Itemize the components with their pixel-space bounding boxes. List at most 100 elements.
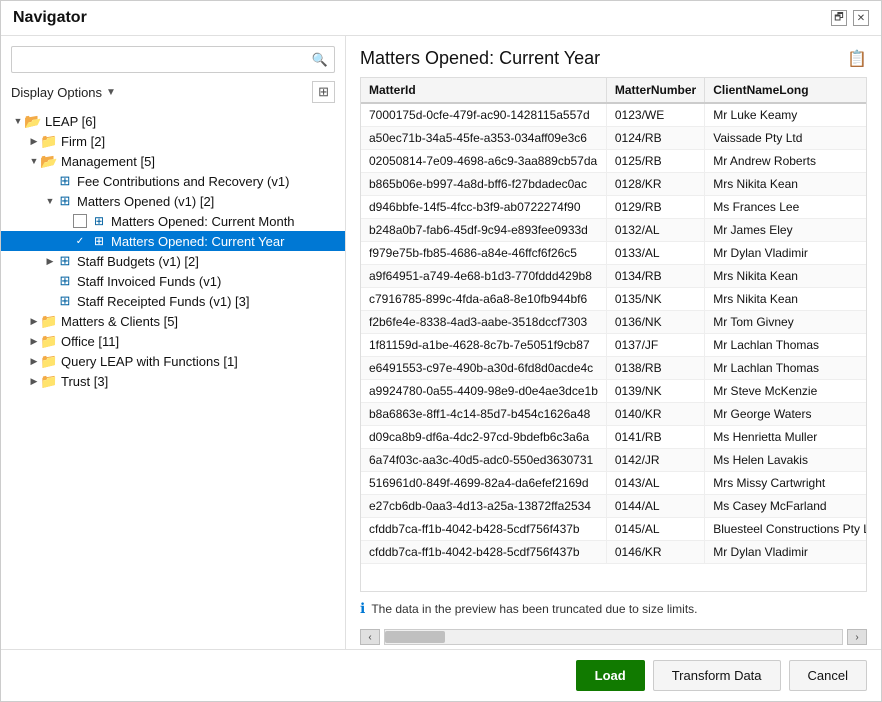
tree-item-current-year[interactable]: ▶ ✓ ⊞ Matters Opened: Current Year: [1, 231, 345, 251]
table-row[interactable]: a9924780-0a55-4409-98e9-d0e4ae3dce1b0139…: [361, 380, 867, 403]
columns-button[interactable]: ⊞: [312, 81, 335, 103]
table-cell-1-1: 0124/RB: [606, 127, 704, 150]
folder-icon-office: 📁: [41, 333, 57, 349]
tree-item-leap[interactable]: ▼ 📂 LEAP [6]: [1, 111, 345, 131]
restore-button[interactable]: 🗗: [831, 10, 847, 26]
search-input[interactable]: [12, 47, 306, 72]
data-table-container[interactable]: MatterId MatterNumber ClientNameLong 700…: [360, 77, 867, 592]
truncate-notice-text: The data in the preview has been truncat…: [371, 602, 697, 616]
table-cell-2-1: 0125/RB: [606, 150, 704, 173]
tree-item-trust[interactable]: ▶ 📁 Trust [3]: [1, 371, 345, 391]
tree-item-staff-receipted[interactable]: ▶ ⊞ Staff Receipted Funds (v1) [3]: [1, 291, 345, 311]
table-cell-8-0: c7916785-899c-4fda-a6a8-8e10fb944bf6: [361, 288, 606, 311]
scroll-left-button[interactable]: ‹: [360, 629, 380, 645]
table-cell-6-1: 0133/AL: [606, 242, 704, 265]
cancel-button[interactable]: Cancel: [789, 660, 867, 691]
table-row[interactable]: b865b06e-b997-4a8d-bff6-f27bdadec0ac0128…: [361, 173, 867, 196]
table-row[interactable]: d946bbfe-14f5-4fcc-b3f9-ab0722274f900129…: [361, 196, 867, 219]
table-cell-16-2: Mrs Missy Cartwright: [705, 472, 867, 495]
table-cell-16-1: 0143/AL: [606, 472, 704, 495]
table-cell-0-2: Mr Luke Keamy: [705, 103, 867, 127]
col-header-matter-id: MatterId: [361, 78, 606, 103]
table-icon-matters: ⊞: [57, 193, 73, 209]
folder-open-icon-management: 📂: [41, 153, 57, 169]
tree-item-management[interactable]: ▼ 📂 Management [5]: [1, 151, 345, 171]
arrow-icon-firm: ▶: [27, 134, 41, 148]
checkbox-current-month[interactable]: [73, 214, 87, 228]
tree-label-firm: Firm [2]: [61, 134, 105, 149]
folder-closed-icon-firm: 📁: [41, 133, 57, 149]
table-cell-13-2: Mr George Waters: [705, 403, 867, 426]
close-button[interactable]: ✕: [853, 10, 869, 26]
tree-item-matters-clients[interactable]: ▶ 📁 Matters & Clients [5]: [1, 311, 345, 331]
table-row[interactable]: e6491553-c97e-490b-a30d-6fd8d0acde4c0138…: [361, 357, 867, 380]
table-row[interactable]: c7916785-899c-4fda-a6a8-8e10fb944bf60135…: [361, 288, 867, 311]
table-cell-5-2: Mr James Eley: [705, 219, 867, 242]
table-cell-3-1: 0128/KR: [606, 173, 704, 196]
table-cell-11-0: e6491553-c97e-490b-a30d-6fd8d0acde4c: [361, 357, 606, 380]
table-row[interactable]: cfddb7ca-ff1b-4042-b428-5cdf756f437b0145…: [361, 518, 867, 541]
truncate-notice: ℹ The data in the preview has been trunc…: [360, 592, 867, 625]
table-row[interactable]: b8a6863e-8ff1-4c14-85d7-b454c1626a480140…: [361, 403, 867, 426]
tree-item-office[interactable]: ▶ 📁 Office [11]: [1, 331, 345, 351]
tree-item-staff-budgets[interactable]: ▶ ⊞ Staff Budgets (v1) [2]: [1, 251, 345, 271]
table-cell-8-2: Mrs Nikita Kean: [705, 288, 867, 311]
tree-item-current-month[interactable]: ▶ ⊞ Matters Opened: Current Month: [1, 211, 345, 231]
table-cell-17-0: e27cb6db-0aa3-4d13-a25a-13872ffa2534: [361, 495, 606, 518]
table-row[interactable]: 1f81159d-a1be-4628-8c7b-7e5051f9cb870137…: [361, 334, 867, 357]
checkbox-current-year[interactable]: ✓: [73, 234, 87, 248]
table-icon-budgets: ⊞: [57, 253, 73, 269]
arrow-icon-office: ▶: [27, 334, 41, 348]
table-row[interactable]: a9f64951-a749-4e68-b1d3-770fddd429b80134…: [361, 265, 867, 288]
scroll-thumb[interactable]: [385, 631, 445, 643]
table-row[interactable]: cfddb7ca-ff1b-4042-b428-5cdf756f437b0146…: [361, 541, 867, 564]
table-icon-fee: ⊞: [57, 173, 73, 189]
table-cell-6-0: f979e75b-fb85-4686-a84e-46ffcf6f26c5: [361, 242, 606, 265]
table-cell-4-2: Ms Frances Lee: [705, 196, 867, 219]
tree-label-fee: Fee Contributions and Recovery (v1): [77, 174, 289, 189]
tree-label-current-month: Matters Opened: Current Month: [111, 214, 295, 229]
table-cell-15-1: 0142/JR: [606, 449, 704, 472]
scroll-right-button[interactable]: ›: [847, 629, 867, 645]
table-row[interactable]: f2b6fe4e-8338-4ad3-aabe-3518dccf73030136…: [361, 311, 867, 334]
table-cell-17-1: 0144/AL: [606, 495, 704, 518]
transform-data-button[interactable]: Transform Data: [653, 660, 781, 691]
export-button[interactable]: 📋: [847, 49, 867, 69]
table-cell-11-2: Mr Lachlan Thomas: [705, 357, 867, 380]
tree-label-query-leap: Query LEAP with Functions [1]: [61, 354, 238, 369]
folder-icon-matters-clients: 📁: [41, 313, 57, 329]
table-row[interactable]: 516961d0-849f-4699-82a4-da6efef2169d0143…: [361, 472, 867, 495]
table-row[interactable]: b248a0b7-fab6-45df-9c94-e893fee0933d0132…: [361, 219, 867, 242]
table-icon-year: ⊞: [91, 233, 107, 249]
horizontal-scrollbar[interactable]: ‹ ›: [360, 625, 867, 649]
tree-item-fee-contributions[interactable]: ▶ ⊞ Fee Contributions and Recovery (v1): [1, 171, 345, 191]
table-row[interactable]: 6a74f03c-aa3c-40d5-adc0-550ed36307310142…: [361, 449, 867, 472]
col-header-matter-number: MatterNumber: [606, 78, 704, 103]
table-cell-4-0: d946bbfe-14f5-4fcc-b3f9-ab0722274f90: [361, 196, 606, 219]
tree-item-staff-invoiced[interactable]: ▶ ⊞ Staff Invoiced Funds (v1): [1, 271, 345, 291]
table-row[interactable]: e27cb6db-0aa3-4d13-a25a-13872ffa25340144…: [361, 495, 867, 518]
data-table: MatterId MatterNumber ClientNameLong 700…: [361, 78, 867, 564]
table-cell-12-1: 0139/NK: [606, 380, 704, 403]
table-cell-11-1: 0138/RB: [606, 357, 704, 380]
table-row[interactable]: 7000175d-0cfe-479f-ac90-1428115a557d0123…: [361, 103, 867, 127]
table-cell-6-2: Mr Dylan Vladimir: [705, 242, 867, 265]
main-content: 🔍 Display Options ▼ ⊞ ▼ 📂 LEAP [6]: [1, 36, 881, 649]
tree-item-matters-opened[interactable]: ▼ ⊞ Matters Opened (v1) [2]: [1, 191, 345, 211]
table-cell-2-0: 02050814-7e09-4698-a6c9-3aa889cb57da: [361, 150, 606, 173]
table-row[interactable]: a50ec71b-34a5-45fe-a353-034aff09e3c60124…: [361, 127, 867, 150]
search-button[interactable]: 🔍: [306, 48, 334, 72]
tree-label-office: Office [11]: [61, 334, 119, 349]
table-row[interactable]: d09ca8b9-df6a-4dc2-97cd-9bdefb6c3a6a0141…: [361, 426, 867, 449]
table-row[interactable]: f979e75b-fb85-4686-a84e-46ffcf6f26c50133…: [361, 242, 867, 265]
tree-item-firm[interactable]: ▶ 📁 Firm [2]: [1, 131, 345, 151]
info-icon: ℹ: [360, 600, 365, 617]
display-options-toggle[interactable]: Display Options ▼: [11, 85, 116, 100]
scroll-track[interactable]: [384, 629, 843, 645]
tree-item-query-leap[interactable]: ▶ 📁 Query LEAP with Functions [1]: [1, 351, 345, 371]
table-cell-19-0: cfddb7ca-ff1b-4042-b428-5cdf756f437b: [361, 541, 606, 564]
table-row[interactable]: 02050814-7e09-4698-a6c9-3aa889cb57da0125…: [361, 150, 867, 173]
arrow-icon-query: ▶: [27, 354, 41, 368]
table-cell-15-0: 6a74f03c-aa3c-40d5-adc0-550ed3630731: [361, 449, 606, 472]
load-button[interactable]: Load: [576, 660, 645, 691]
